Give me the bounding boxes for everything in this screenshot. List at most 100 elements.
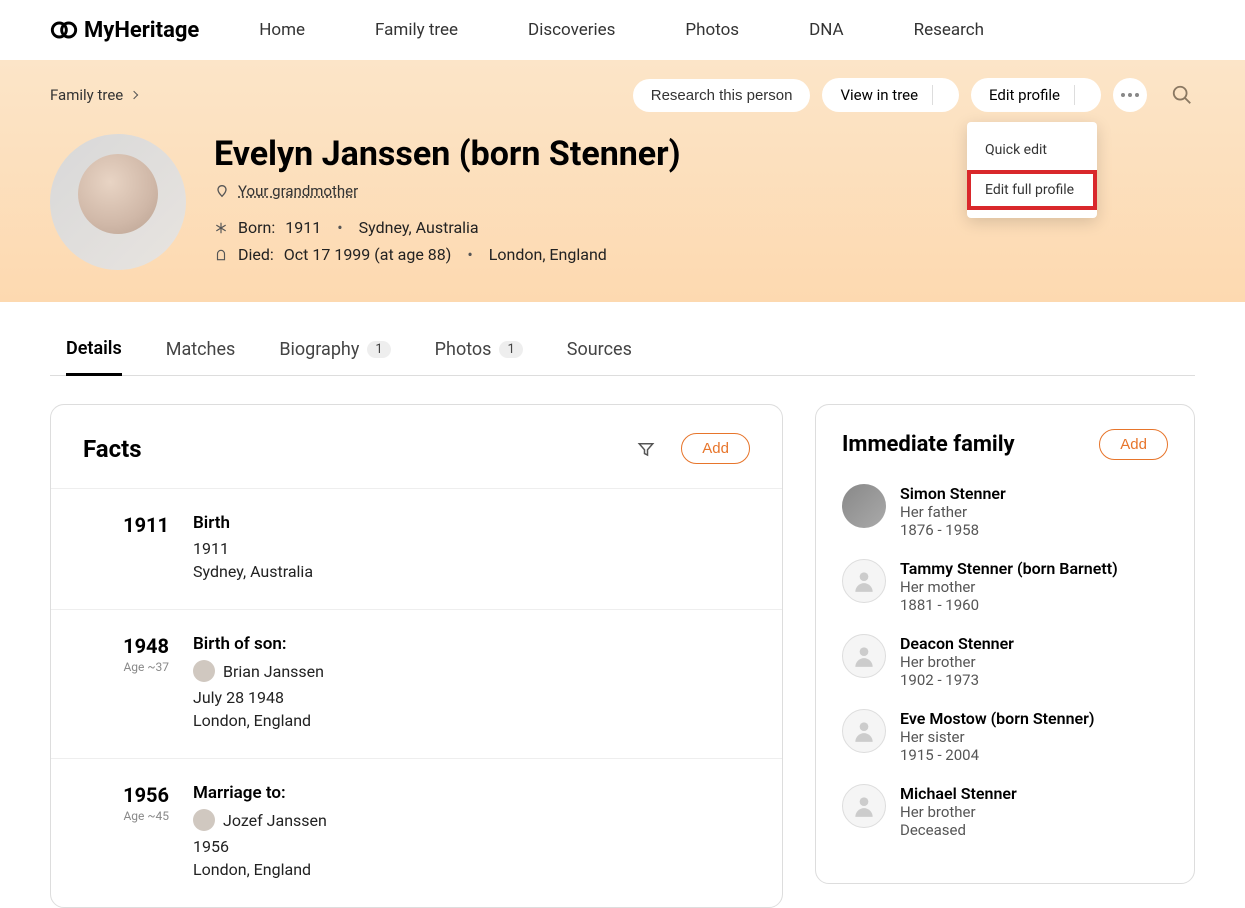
nav-items: Home Family tree Discoveries Photos DNA … xyxy=(259,20,984,40)
research-person-button[interactable]: Research this person xyxy=(633,79,811,112)
nav-home[interactable]: Home xyxy=(259,20,305,40)
chevron-right-icon xyxy=(130,91,138,99)
nav-family-tree[interactable]: Family tree xyxy=(375,20,458,40)
fact-title: Birth of son: xyxy=(193,634,750,654)
born-label: Born: xyxy=(238,218,275,237)
main-content: Details Matches Biography 1 Photos1 Sourc… xyxy=(0,324,1245,908)
fact-title: Marriage to: xyxy=(193,783,750,803)
logo-text: MyHeritage xyxy=(84,18,199,43)
fact-row[interactable]: 1948 Age ~37 Birth of son: Brian Janssen Jul… xyxy=(51,610,782,759)
family-name: Michael Stenner xyxy=(900,784,1017,803)
tab-matches[interactable]: Matches xyxy=(166,324,236,375)
add-family-button[interactable]: Add xyxy=(1099,429,1168,460)
relation-link[interactable]: Your grandmother xyxy=(238,182,358,200)
fact-year-col: 1956Age ~45 xyxy=(83,783,169,883)
facts-header-actions: Add xyxy=(637,433,750,464)
mini-avatar xyxy=(193,809,215,831)
edit-profile-label: Edit profile xyxy=(971,78,1074,112)
family-item[interactable]: Michael StennerHer brotherDeceased xyxy=(842,784,1168,839)
family-avatar xyxy=(842,709,886,753)
tab-sources[interactable]: Sources xyxy=(567,324,632,375)
family-name: Eve Mostow (born Stenner) xyxy=(900,709,1095,728)
family-avatar xyxy=(842,559,886,603)
fact-age: Age ~37 xyxy=(83,660,169,674)
fact-body: Marriage to:Jozef Janssen1956London, Eng… xyxy=(193,783,750,883)
tab-biography[interactable]: Biography 1 xyxy=(279,324,390,375)
died-place: London, England xyxy=(489,245,607,264)
fact-row[interactable]: 1956Age ~45 Marriage to: Jozef Janssen 1956… xyxy=(51,759,782,907)
filter-icon[interactable] xyxy=(637,440,655,458)
logo-icon xyxy=(50,16,78,44)
family-info: Eve Mostow (born Stenner)Her sister1915 … xyxy=(900,709,1095,764)
fact-body: Birth of son: Brian Janssen July 28 1948 Lo… xyxy=(193,634,750,734)
person-avatar[interactable] xyxy=(50,134,186,270)
menu-quick-edit[interactable]: Quick edit xyxy=(967,130,1097,170)
headstone-icon xyxy=(214,248,228,262)
family-relation: Her brother xyxy=(900,803,1017,821)
add-fact-button[interactable]: Add xyxy=(681,433,750,464)
family-item[interactable]: Eve Mostow (born Stenner)Her sister1915 … xyxy=(842,709,1168,764)
view-in-tree-dropdown[interactable] xyxy=(933,87,959,103)
edit-profile-dropdown[interactable] xyxy=(1075,87,1101,103)
photos-count-badge: 1 xyxy=(499,341,522,358)
family-name: Deacon Stenner xyxy=(900,634,1014,653)
family-item[interactable]: Deacon StennerHer brother1902 - 1973 xyxy=(842,634,1168,689)
edit-profile-button[interactable]: Edit profile xyxy=(971,78,1101,112)
separator: • xyxy=(467,245,472,264)
died-row: Died: Oct 17 1999 (at age 88) • London, … xyxy=(214,245,681,264)
fact-detail: London, England xyxy=(193,711,750,730)
relation-row: Your grandmother xyxy=(214,182,681,200)
dot-icon xyxy=(1128,93,1132,97)
family-dates: 1881 - 1960 xyxy=(900,596,1118,614)
person-hero: Family tree Research this person View in… xyxy=(0,60,1245,302)
family-avatar xyxy=(842,634,886,678)
nav-research[interactable]: Research xyxy=(914,20,984,40)
view-in-tree-label: View in tree xyxy=(822,78,932,112)
biography-count-badge: 1 xyxy=(367,341,390,358)
born-place: Sydney, Australia xyxy=(359,218,479,237)
fact-year: 1948 xyxy=(83,634,169,658)
fact-person[interactable]: Brian Janssen xyxy=(193,660,750,682)
died-label: Died: xyxy=(238,245,274,264)
immediate-family-panel: Immediate family Add Simon StennerHer fa… xyxy=(815,404,1195,884)
nav-discoveries[interactable]: Discoveries xyxy=(528,20,615,40)
separator: • xyxy=(337,218,342,237)
fact-detail: 1911 xyxy=(193,539,750,558)
top-nav: MyHeritage Home Family tree Discoveries … xyxy=(0,0,1245,60)
fact-detail: July 28 1948 xyxy=(193,688,750,707)
family-avatar xyxy=(842,484,886,528)
fact-body: Birth1911Sydney, Australia xyxy=(193,513,750,585)
fact-row[interactable]: 1911Birth1911Sydney, Australia xyxy=(51,489,782,610)
born-year: 1911 xyxy=(285,218,321,237)
tab-photos[interactable]: Photos1 xyxy=(435,324,523,375)
fact-year: 1956 xyxy=(83,783,169,807)
mini-avatar xyxy=(193,660,215,682)
person-info: Evelyn Janssen (born Stenner) Your grand… xyxy=(214,134,681,272)
facts-heading: Facts xyxy=(83,435,142,463)
search-button[interactable] xyxy=(1169,82,1195,108)
breadcrumb-label: Family tree xyxy=(50,86,123,104)
tab-biography-label: Biography xyxy=(279,339,359,360)
breadcrumb[interactable]: Family tree xyxy=(50,86,137,104)
facts-panel: Facts Add 1911Birth1911Sydney, Australia… xyxy=(50,404,783,908)
more-actions-button[interactable] xyxy=(1113,78,1147,112)
fact-person-name: Brian Janssen xyxy=(223,662,324,681)
facts-header: Facts Add xyxy=(51,405,782,489)
family-dates: Deceased xyxy=(900,821,1017,839)
nav-dna[interactable]: DNA xyxy=(809,20,844,40)
tab-details[interactable]: Details xyxy=(66,324,122,376)
logo[interactable]: MyHeritage xyxy=(50,16,199,44)
family-item[interactable]: Simon StennerHer father1876 - 1958 xyxy=(842,484,1168,539)
nav-photos[interactable]: Photos xyxy=(685,20,739,40)
fact-detail: 1956 xyxy=(193,837,750,856)
panels: Facts Add 1911Birth1911Sydney, Australia… xyxy=(50,404,1195,908)
relation-icon xyxy=(214,183,230,199)
tab-sources-label: Sources xyxy=(567,339,632,360)
fact-person-name: Jozef Janssen xyxy=(223,811,327,830)
family-header: Immediate family Add xyxy=(842,429,1168,460)
view-in-tree-button[interactable]: View in tree xyxy=(822,78,959,112)
family-item[interactable]: Tammy Stenner (born Barnett)Her mother18… xyxy=(842,559,1168,614)
tab-matches-label: Matches xyxy=(166,339,236,360)
menu-edit-full-profile[interactable]: Edit full profile xyxy=(967,170,1097,210)
fact-person[interactable]: Jozef Janssen xyxy=(193,809,750,831)
